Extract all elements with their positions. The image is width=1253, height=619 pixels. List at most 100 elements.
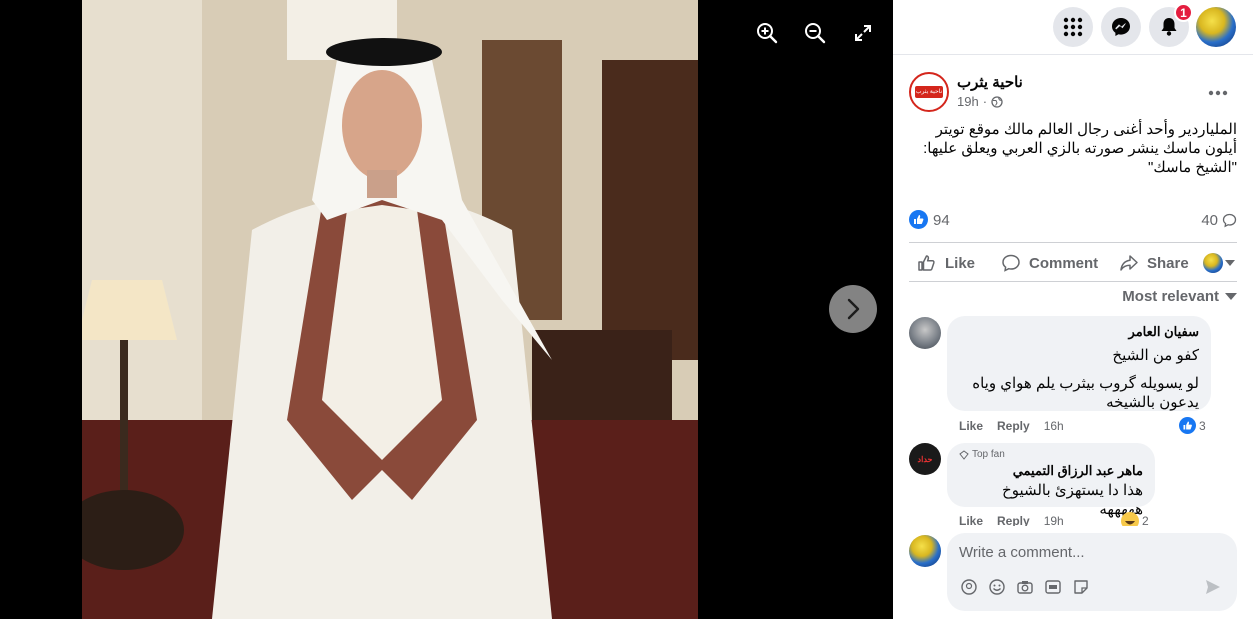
profile-avatar[interactable]: [1196, 7, 1236, 47]
comment-bubble: Top fan ماهر عبد الرزاق التميمي هذا دا ي…: [947, 443, 1155, 518]
notifications-button[interactable]: 1: [1149, 3, 1193, 47]
send-button[interactable]: [1203, 577, 1223, 597]
top-fan-badge: Top fan: [959, 449, 1143, 460]
messenger-button[interactable]: [1101, 7, 1141, 47]
commenter-avatar-text: حداد: [917, 454, 933, 464]
share-icon: [1120, 255, 1138, 271]
comment-actions: Like Reply 19h: [959, 514, 1064, 526]
comment-reactions[interactable]: 2: [1121, 512, 1149, 526]
comment-author[interactable]: سفيان العامر: [959, 324, 1199, 340]
comment-like-button[interactable]: Like: [959, 514, 983, 526]
comment-reply-button[interactable]: Reply: [997, 419, 1030, 433]
post-text-line: أيلون ماسك ينشر صورته بالزي العربي ويعلق…: [923, 140, 1237, 157]
post-photo[interactable]: [82, 0, 698, 619]
emoji-icon: [989, 579, 1005, 595]
comment-actions: Like Reply 16h: [959, 419, 1064, 433]
comment-bubble: سفيان العامر كفو من الشيخ لو يسويله گروب…: [947, 316, 1211, 411]
emoji-button[interactable]: [987, 577, 1007, 597]
fullscreen-icon: [855, 25, 871, 41]
my-avatar[interactable]: [909, 535, 941, 567]
reactions-row: 94 40: [909, 208, 1237, 232]
post-text-line: الملياردير وأحد أغنى رجال العالم مالك مو…: [935, 121, 1237, 138]
like-reaction-icon[interactable]: [909, 210, 928, 229]
post-meta: 19h ·: [957, 94, 1003, 109]
more-options-button[interactable]: [1203, 78, 1233, 108]
comment-icon: [1002, 254, 1020, 272]
camera-button[interactable]: [1015, 577, 1035, 597]
like-count[interactable]: 94: [933, 212, 950, 229]
page-avatar[interactable]: ناحية يثرب: [909, 72, 949, 112]
comment-count-link[interactable]: 40: [1201, 212, 1237, 229]
zoom-out-icon: [805, 23, 826, 44]
top-fan-label: Top fan: [972, 449, 1005, 460]
post-actions: Like Comment Share: [909, 242, 1237, 282]
avatar-sticker-button[interactable]: [959, 577, 979, 597]
fullscreen-button[interactable]: [847, 17, 879, 49]
like-button[interactable]: Like: [917, 249, 975, 277]
thumbs-up-icon: [918, 255, 935, 271]
messenger-icon: [1112, 18, 1130, 36]
reaction-profile-selector[interactable]: [1203, 249, 1235, 277]
comment-reaction-count: 2: [1142, 514, 1149, 526]
bell-icon: [1161, 18, 1177, 36]
post-header: ناحية يثرب ناحية يثرب 19h ·: [893, 70, 1253, 115]
comment-composer: [947, 533, 1237, 611]
comment-time[interactable]: 19h: [1044, 514, 1064, 526]
photo-viewer: [0, 0, 893, 619]
sort-comments-button[interactable]: Most relevant: [1122, 288, 1237, 305]
comment-like-button[interactable]: Like: [959, 419, 983, 433]
diamond-icon: [959, 449, 969, 460]
caret-down-icon: [1225, 292, 1237, 300]
share-label: Share: [1147, 254, 1189, 272]
commenter-avatar[interactable]: حداد: [909, 443, 941, 475]
dot-separator: ·: [982, 94, 988, 109]
page-name[interactable]: ناحية يثرب: [957, 73, 1023, 91]
page-logo-text: ناحية يثرب: [915, 86, 943, 98]
comment-text: لو يسويله گروب بيثرب يلم هواي وياه: [972, 375, 1199, 392]
zoom-in-icon: [757, 23, 778, 44]
camera-icon: [1017, 581, 1033, 594]
globe-icon: [991, 95, 1003, 108]
comment-text: كفو من الشيخ: [1112, 347, 1199, 364]
sort-label: Most relevant: [1122, 288, 1219, 305]
laugh-reaction-icon: [1121, 512, 1139, 526]
comment-count: 40: [1201, 212, 1218, 229]
notification-badge: 1: [1174, 3, 1193, 22]
zoom-out-button[interactable]: [799, 17, 831, 49]
sticker-button[interactable]: [1071, 577, 1091, 597]
comment-time[interactable]: 16h: [1044, 419, 1064, 433]
comment-bubble-icon: [1222, 213, 1237, 228]
comment-actions-clip: Like Reply 19h 2: [893, 512, 1253, 526]
share-button[interactable]: Share: [1119, 249, 1189, 277]
menu-button[interactable]: [1053, 7, 1093, 47]
post-time[interactable]: 19h: [957, 94, 979, 109]
comment-reaction-count: 3: [1199, 418, 1206, 433]
zoom-in-button[interactable]: [751, 17, 783, 49]
avatar-sticker-icon: [961, 579, 977, 595]
send-icon: [1206, 580, 1220, 594]
comment-text: يدعون بالشيخه: [1106, 394, 1199, 411]
gif-icon: [1045, 580, 1061, 594]
commenter-avatar[interactable]: [909, 317, 941, 349]
comment-input[interactable]: [959, 541, 1219, 563]
grid-menu-icon: [1063, 17, 1083, 37]
like-reaction-icon: [1179, 417, 1196, 434]
sticker-icon: [1074, 580, 1088, 594]
caret-down-icon: [1225, 260, 1235, 266]
selector-avatar: [1203, 253, 1223, 273]
like-label: Like: [945, 254, 976, 272]
comment-reactions[interactable]: 3: [1179, 417, 1206, 434]
post-text-line: "الشيخ ماسك": [1148, 159, 1237, 176]
more-dots-icon: [1208, 90, 1228, 96]
chevron-right-icon: [847, 298, 860, 320]
top-bar: 1: [893, 0, 1253, 55]
next-photo-button[interactable]: [829, 285, 877, 333]
photo-illustration: [82, 0, 698, 619]
comment-reply-button[interactable]: Reply: [997, 514, 1030, 526]
comment-author[interactable]: ماهر عبد الرزاق التميمي: [959, 463, 1143, 479]
post-text: الملياردير وأحد أغنى رجال العالم مالك مو…: [909, 120, 1237, 177]
comment-label: Comment: [1029, 254, 1099, 272]
gif-button[interactable]: [1043, 577, 1063, 597]
comment-button[interactable]: Comment: [1001, 249, 1098, 277]
post-panel: 1 ناحية يثرب ناحية يثرب 19h · الملياردير…: [893, 0, 1253, 619]
